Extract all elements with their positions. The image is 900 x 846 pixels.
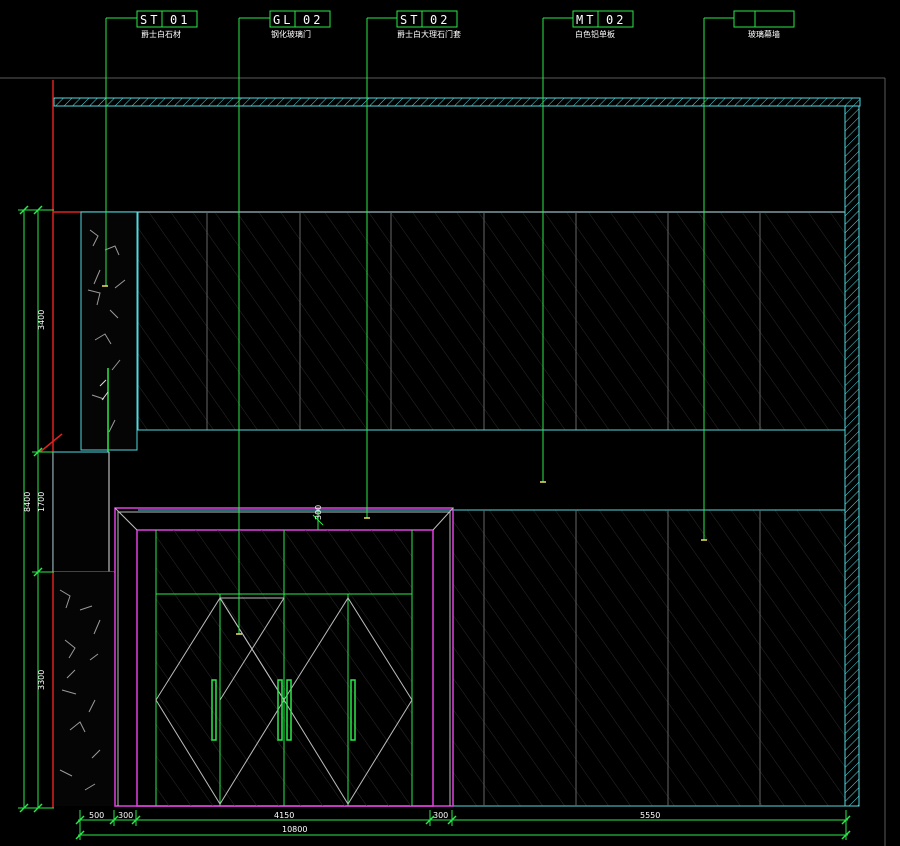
tag-note: 白色铝单板: [575, 29, 615, 39]
glass-door-assembly: [155, 530, 413, 806]
dim-upper-height: 3400: [37, 310, 46, 330]
right-wall: [844, 105, 860, 807]
dim-total-width: 10800: [282, 825, 307, 834]
elevation-canvas: 300 ST 01 爵士白石材 GL 02 钢化玻璃门 ST 02 爵士白大理石…: [0, 10, 886, 846]
dim-width-door: 4150: [274, 811, 294, 820]
tag-code: MT: [576, 13, 596, 27]
stone-column-upper: [80, 211, 138, 452]
tag-code: ST: [140, 13, 160, 27]
upper-glass-panels: [137, 211, 846, 431]
dim-width-left-wall: 500: [89, 811, 104, 820]
tag-code: ST: [400, 13, 420, 27]
tag-number: 02: [430, 13, 450, 27]
dim-total-height: 8400: [23, 492, 32, 512]
dim-middle-height: 1700: [37, 492, 46, 512]
tag-code: GL: [273, 13, 293, 27]
dim-width-curtain-wall: 5550: [640, 811, 660, 820]
horizontal-dimensions: 500 300 4150 300 5550 10800: [75, 810, 851, 840]
tag-number: 02: [303, 13, 323, 27]
tag-number: 02: [606, 13, 626, 27]
dim-width-right-trim: 300: [433, 811, 448, 820]
door-trim-dimension: 300: [312, 505, 324, 530]
door-trim-width-label: 300: [314, 505, 323, 520]
vertical-dimensions: 8400 3400 1700 3300: [18, 205, 54, 813]
tag-note: 爵士白石材: [141, 29, 181, 39]
dim-lower-height: 3300: [37, 670, 46, 690]
lower-right-glass-panels: [452, 509, 846, 807]
ceiling-slab: [53, 97, 861, 107]
tag-note: 爵士白大理石门套: [397, 29, 461, 39]
dim-width-left-trim: 300: [118, 811, 133, 820]
stone-column-lower: [54, 572, 114, 806]
cad-elevation-drawing: 300 ST 01 爵士白石材 GL 02 钢化玻璃门 ST 02 爵士白大理石…: [0, 0, 900, 846]
tag-note: 玻璃幕墙: [748, 29, 780, 39]
tag-number: 01: [170, 13, 190, 27]
tag-note: 钢化玻璃门: [271, 29, 311, 39]
